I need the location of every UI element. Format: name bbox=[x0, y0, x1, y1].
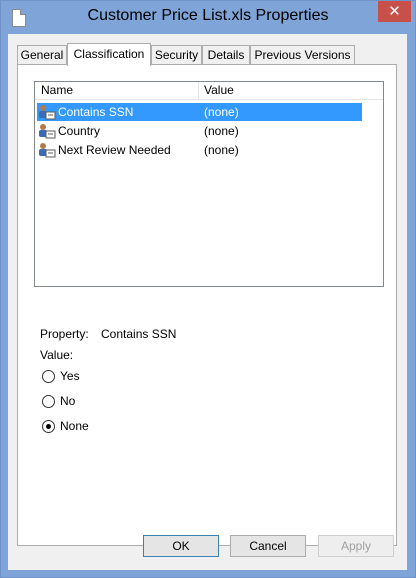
tab-general[interactable]: General bbox=[17, 45, 67, 64]
column-header-name[interactable]: Name bbox=[41, 82, 73, 99]
dialog-body: General Classification Security Details … bbox=[8, 34, 407, 570]
row-value: (none) bbox=[204, 105, 239, 119]
classification-property-icon bbox=[39, 143, 56, 158]
close-button[interactable]: ✕ bbox=[378, 1, 411, 22]
row-value: (none) bbox=[204, 124, 239, 138]
radio-label[interactable]: No bbox=[60, 394, 75, 408]
list-item[interactable]: Country (none) bbox=[37, 122, 362, 140]
ok-button[interactable]: OK bbox=[143, 535, 219, 557]
title-bar[interactable]: Customer Price List.xls Properties ✕ bbox=[1, 1, 415, 34]
list-header: Name Value bbox=[35, 82, 383, 100]
properties-dialog: Customer Price List.xls Properties ✕ Gen… bbox=[0, 0, 416, 578]
list-item[interactable]: Contains SSN (none) bbox=[37, 103, 362, 121]
classification-property-icon bbox=[39, 124, 56, 139]
radio-button[interactable] bbox=[42, 420, 55, 433]
tab-classification[interactable]: Classification bbox=[67, 43, 151, 66]
column-header-value[interactable]: Value bbox=[204, 82, 234, 99]
radio-button[interactable] bbox=[42, 370, 55, 383]
classification-panel: Name Value Contains SSN (none) Country (… bbox=[17, 64, 397, 546]
radio-selected-dot bbox=[46, 424, 51, 429]
classification-property-icon bbox=[39, 105, 56, 120]
value-label: Value: bbox=[40, 348, 74, 362]
property-value: Contains SSN bbox=[101, 327, 177, 341]
row-name: Next Review Needed bbox=[58, 143, 171, 157]
list-item[interactable]: Next Review Needed (none) bbox=[37, 141, 362, 159]
tab-security[interactable]: Security bbox=[151, 45, 202, 64]
cancel-button[interactable]: Cancel bbox=[230, 535, 306, 557]
radio-button[interactable] bbox=[42, 395, 55, 408]
radio-label[interactable]: None bbox=[60, 419, 89, 433]
tab-previous-versions[interactable]: Previous Versions bbox=[250, 45, 355, 64]
row-value: (none) bbox=[204, 143, 239, 157]
classification-list[interactable]: Name Value Contains SSN (none) Country (… bbox=[34, 81, 384, 287]
tab-details[interactable]: Details bbox=[202, 45, 250, 64]
row-name: Country bbox=[58, 124, 101, 138]
column-divider[interactable] bbox=[198, 82, 199, 99]
property-label: Property: bbox=[40, 327, 89, 341]
window-title: Customer Price List.xls Properties bbox=[87, 7, 329, 24]
radio-label[interactable]: Yes bbox=[60, 369, 80, 383]
apply-button[interactable]: Apply bbox=[318, 535, 394, 557]
row-name: Contains SSN bbox=[58, 105, 134, 119]
